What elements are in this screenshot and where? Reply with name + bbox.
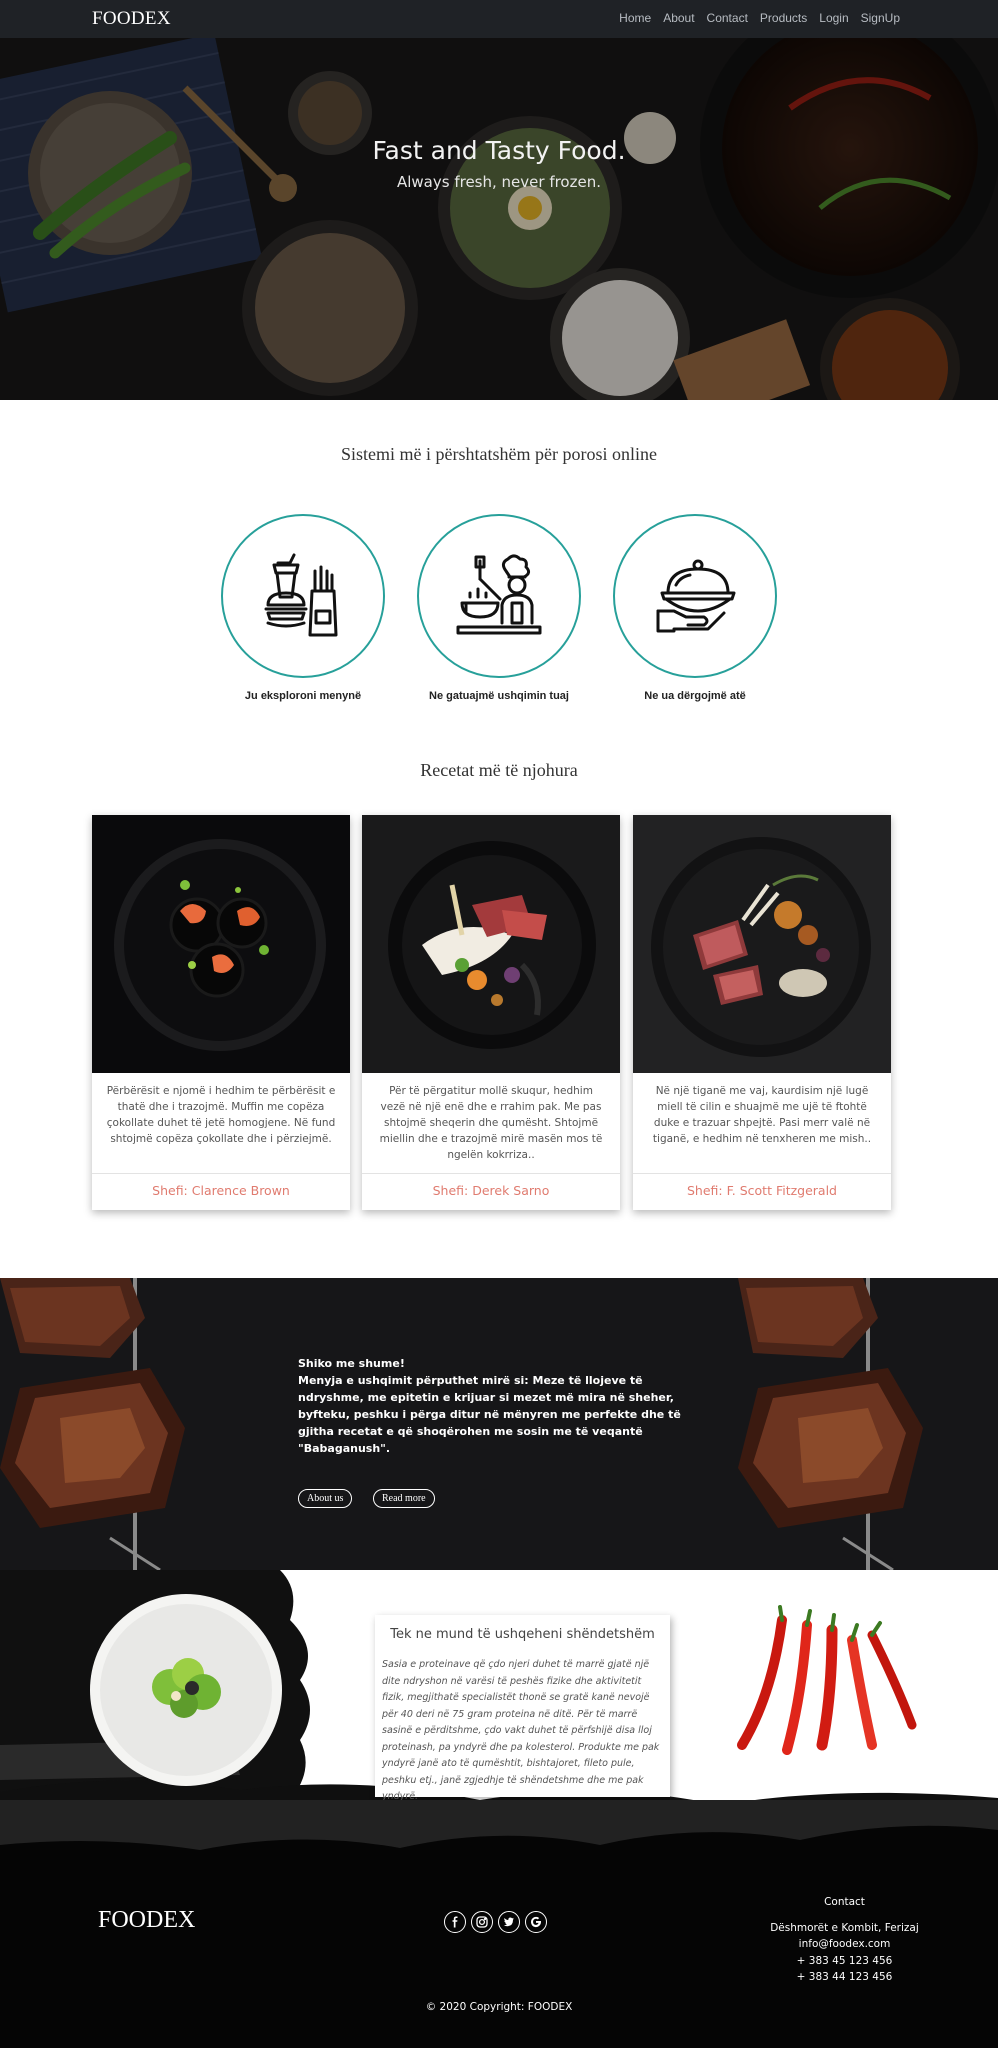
- copyright-text: © 2020 Copyright: FOODEX: [425, 2001, 573, 2013]
- red-chili-peppers-image: [737, 1605, 917, 1755]
- step-label: Ne ua dërgojmë atë: [644, 690, 746, 702]
- recipe-card[interactable]: Përbërësit e njomë i hedhim te përbërësi…: [92, 815, 350, 1210]
- healthy-food-title: Tek ne mund të ushqeheni shëndetshëm: [390, 1627, 655, 1642]
- contact-address: Dëshmorët e Kombit, Ferizaj: [770, 1921, 919, 1934]
- contact-phone[interactable]: + 383 45 123 456: [752, 1953, 937, 1970]
- hero-title: Fast and Tasty Food.: [372, 136, 626, 165]
- about-us-button[interactable]: About us: [298, 1489, 353, 1508]
- hero-subtitle: Always fresh, never frozen.: [396, 173, 601, 191]
- nav-brand[interactable]: FOODEX: [92, 8, 171, 30]
- recipe-chef[interactable]: Shefi: Derek Sarno: [362, 1183, 620, 1198]
- promo-band: Shiko me shume! Menyja e ushqimit përput…: [0, 1278, 998, 1570]
- instagram-icon[interactable]: [471, 1911, 493, 1933]
- step-circle: [613, 514, 777, 678]
- promo-text-block: Shiko me shume! Menyja e ushqimit përput…: [298, 1355, 698, 1457]
- grilled-meat-right-image: [738, 1278, 923, 1570]
- recipe-chef[interactable]: Shefi: F. Scott Fitzgerald: [633, 1183, 891, 1198]
- recipe-description: Për të përgatitur mollë skuqur, hedhim v…: [379, 1085, 603, 1161]
- nav-links: Home About Contact Products Login SignUp: [619, 11, 900, 25]
- step-circle: [417, 514, 581, 678]
- nav-link-login[interactable]: Login: [819, 11, 848, 25]
- nav-link-signup[interactable]: SignUp: [861, 11, 900, 25]
- nav-link-home[interactable]: Home: [619, 11, 651, 25]
- fast-food-icon: [264, 553, 338, 637]
- grilled-meat-left-image: [0, 1278, 185, 1570]
- read-more-button[interactable]: Read more: [373, 1489, 435, 1508]
- nav-link-products[interactable]: Products: [760, 11, 807, 25]
- card-divider: [362, 1173, 620, 1174]
- contact-phone[interactable]: + 383 44 123 456: [752, 1969, 937, 1986]
- social-links: [444, 1911, 547, 1933]
- contact-title: Contact: [824, 1896, 865, 1908]
- healthy-food-card: Tek ne mund të ushqeheni shëndetshëm Sas…: [375, 1615, 670, 1802]
- recipe-card[interactable]: Në një tiganë me vaj, kaurdisim një lugë…: [633, 815, 891, 1210]
- serving-cloche-icon: [656, 559, 736, 633]
- twitter-icon[interactable]: [498, 1911, 520, 1933]
- facebook-icon[interactable]: [444, 1911, 466, 1933]
- card-divider: [92, 1173, 350, 1174]
- step-explore-menu: Ju eksploroni menynë: [221, 514, 385, 702]
- step-cook-food: Ne gatuajmë ushqimin tuaj: [417, 514, 581, 702]
- recipe-image-steak-plate: [362, 815, 620, 1073]
- google-icon[interactable]: [525, 1911, 547, 1933]
- step-circle: [221, 514, 385, 678]
- footer-brush-edge: [0, 1800, 998, 1850]
- navbar: FOODEX Home About Contact Products Login…: [0, 0, 998, 38]
- salad-plate-image: [90, 1594, 282, 1786]
- footer: FOODEX Contact Dëshmorët e Kombit, Feriz…: [0, 1800, 998, 2048]
- recipes-title: Recetat më të njohura: [420, 760, 578, 780]
- footer-contact: Contact Dëshmorët e Kombit, Ferizaj info…: [752, 1894, 937, 1986]
- step-label: Ne gatuajmë ushqimin tuaj: [429, 690, 569, 702]
- card-divider: [633, 1173, 891, 1174]
- chef-icon: [456, 554, 542, 635]
- nav-link-contact[interactable]: Contact: [707, 11, 748, 25]
- recipe-image-shrimp-pasta: [92, 815, 350, 1073]
- recipe-description: Përbërësit e njomë i hedhim te përbërësi…: [106, 1085, 336, 1145]
- step-label: Ju eksploroni menynë: [244, 690, 362, 702]
- recipe-chef[interactable]: Shefi: Clarence Brown: [92, 1183, 350, 1198]
- recipe-card[interactable]: Për të përgatitur mollë skuqur, hedhim v…: [362, 815, 620, 1210]
- contact-email[interactable]: info@foodex.com: [752, 1936, 937, 1953]
- footer-brand[interactable]: FOODEX: [98, 1907, 195, 1934]
- features-title: Sistemi më i përshtatshëm për porosi onl…: [341, 444, 657, 464]
- recipe-image-lamb-chops: [633, 815, 891, 1073]
- hero-overlay: [0, 38, 998, 400]
- healthy-food-text: Sasia e proteinave që çdo njeri duhet të…: [382, 1659, 660, 1802]
- promo-description: Menyja e ushqimit përputhet mirë si: Mez…: [298, 1374, 681, 1455]
- hero-banner: Fast and Tasty Food. Always fresh, never…: [0, 38, 998, 400]
- step-deliver-food: Ne ua dërgojmë atë: [613, 514, 777, 702]
- promo-heading: Shiko me shume!: [298, 1357, 405, 1370]
- recipe-description: Në një tiganë me vaj, kaurdisim një lugë…: [652, 1085, 872, 1145]
- nav-link-about[interactable]: About: [663, 11, 694, 25]
